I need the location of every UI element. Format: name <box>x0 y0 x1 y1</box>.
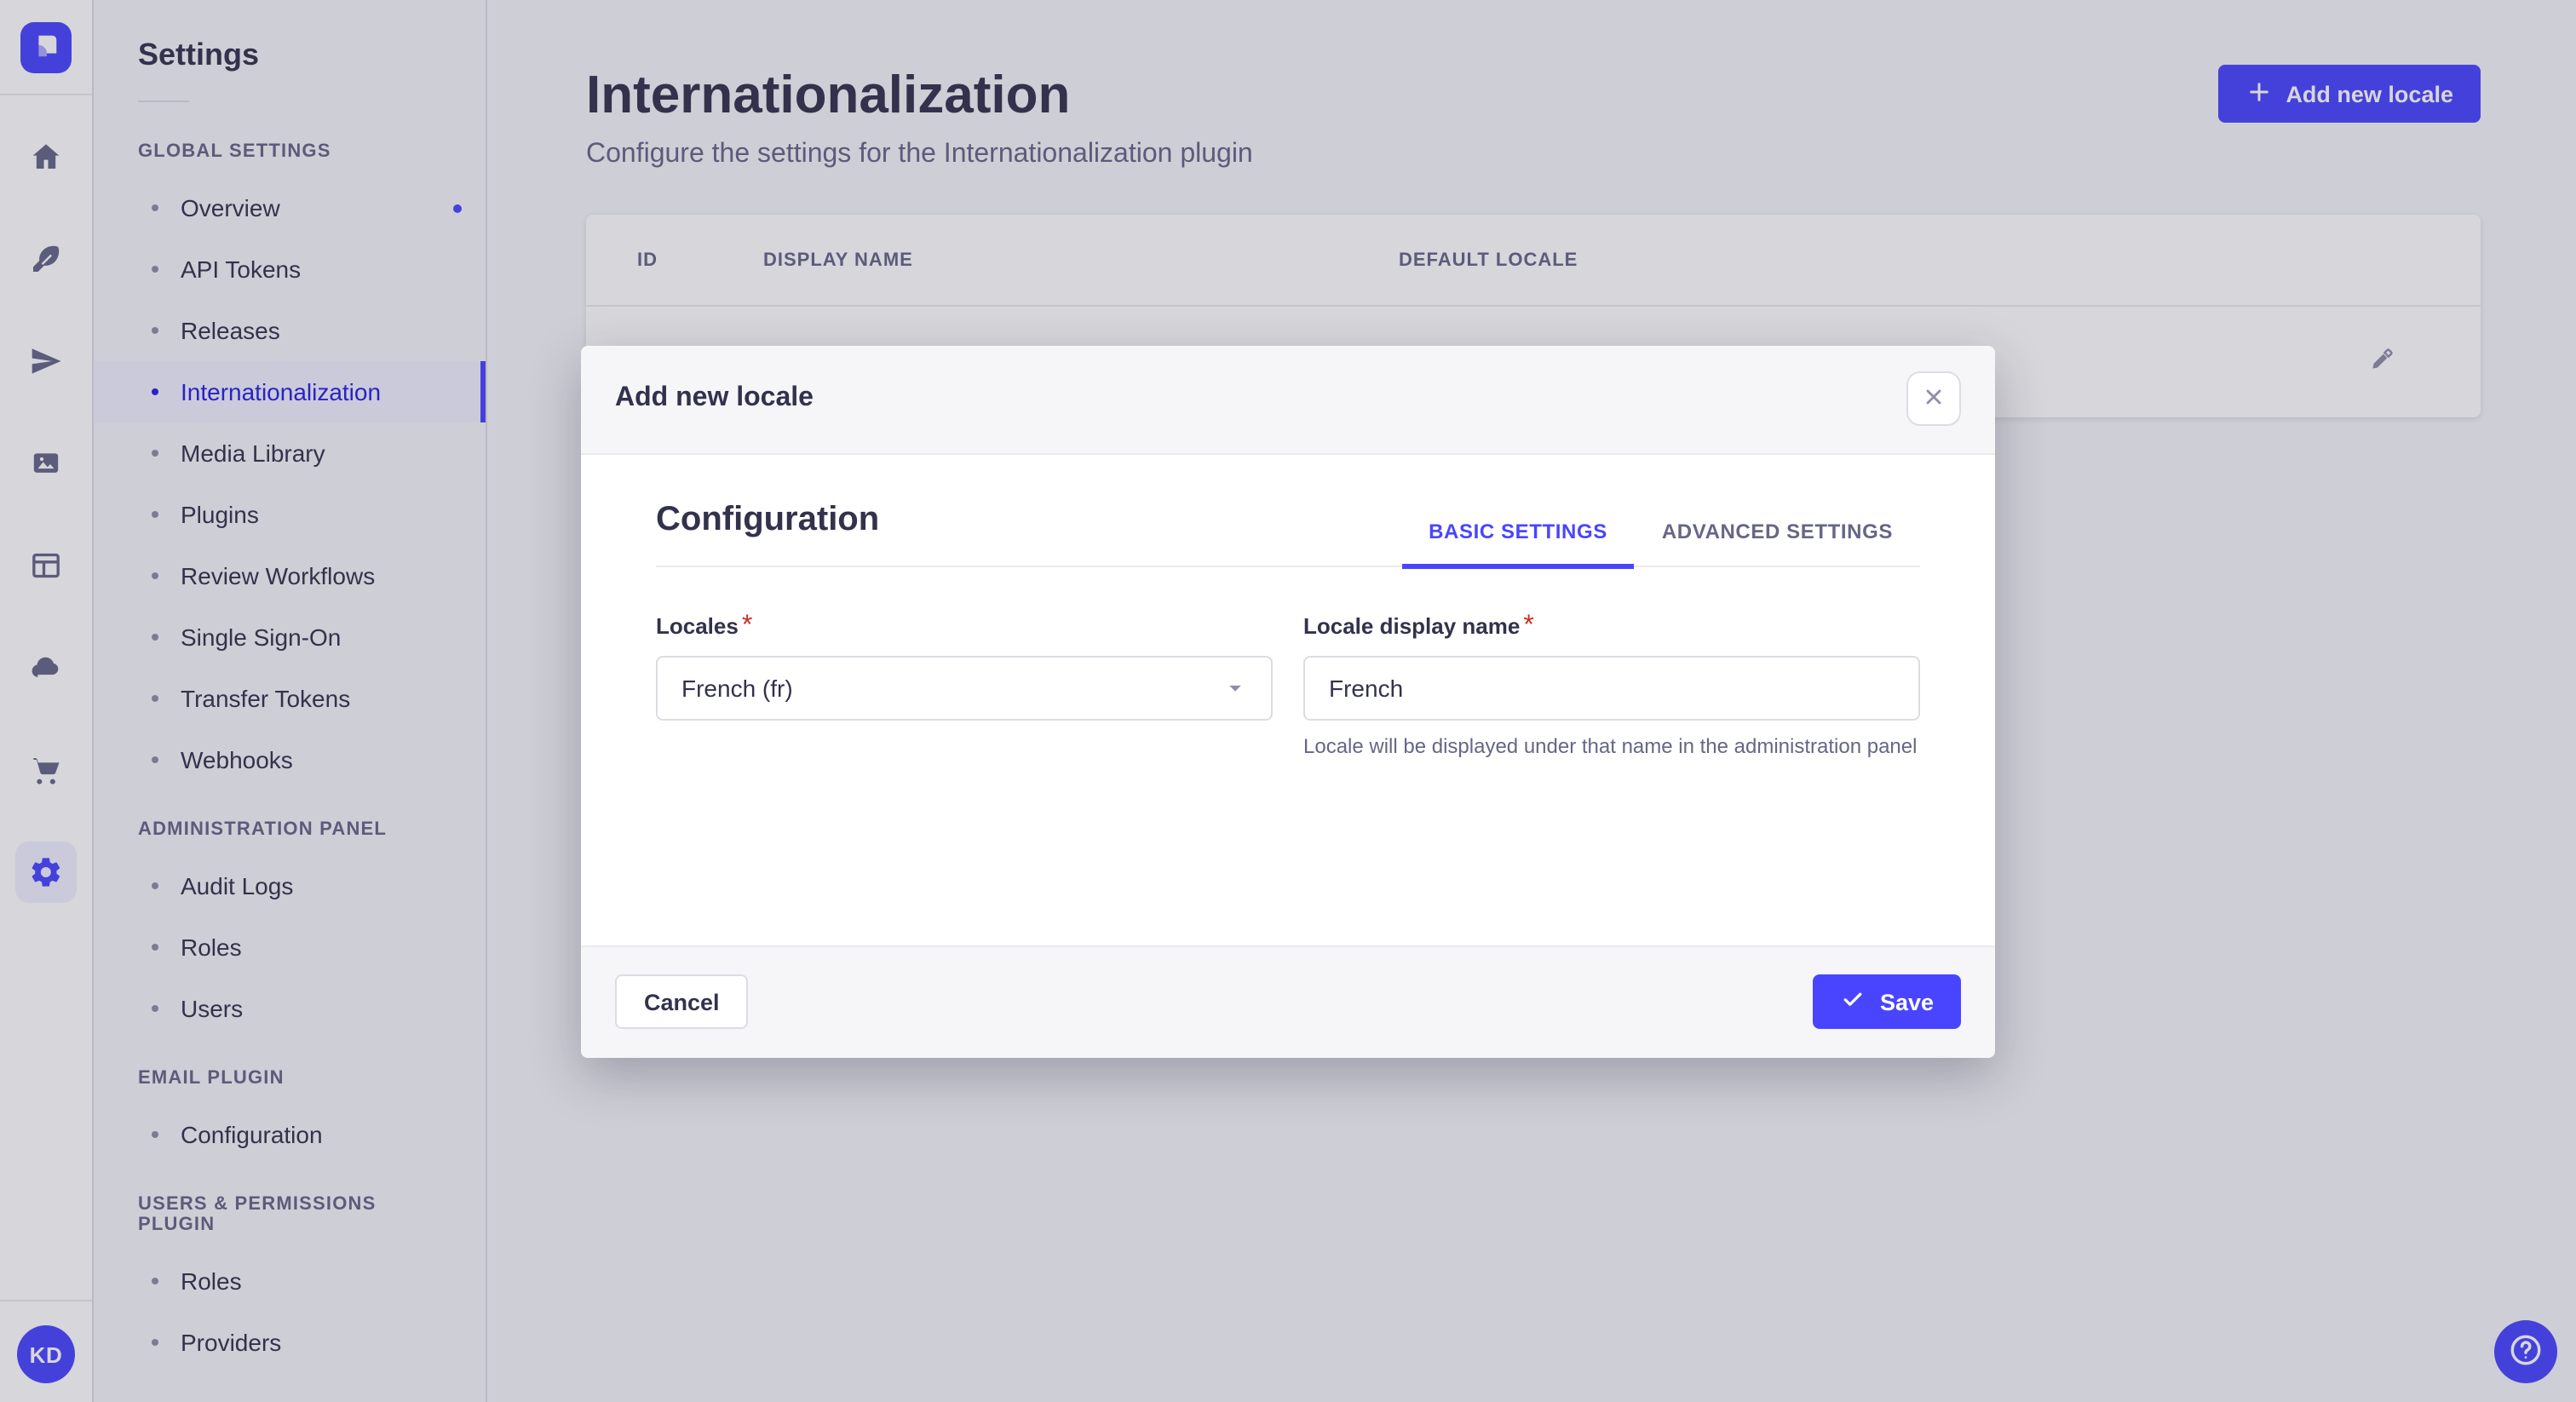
caret-down-icon <box>1223 675 1247 699</box>
locales-select[interactable]: French (fr) <box>656 655 1273 720</box>
display-name-input[interactable] <box>1329 674 1895 701</box>
tab-advanced-settings[interactable]: ADVANCED SETTINGS <box>1635 498 1920 565</box>
tab-basic-settings[interactable]: BASIC SETTINGS <box>1401 498 1635 568</box>
modal-title: Add new locale <box>615 383 814 412</box>
required-asterisk: * <box>1523 611 1534 640</box>
display-name-field: Locale display name* Locale will be disp… <box>1303 611 1920 759</box>
locales-label: Locales <box>656 612 739 638</box>
close-modal-button[interactable] <box>1906 371 1961 426</box>
display-name-label: Locale display name <box>1303 612 1521 638</box>
save-button[interactable]: Save <box>1813 974 1961 1029</box>
add-locale-modal: Add new locale Configuration BASIC SETTI… <box>581 345 1995 1057</box>
display-name-hint: Locale will be displayed under that name… <box>1303 733 1918 757</box>
required-asterisk: * <box>741 611 753 640</box>
close-icon <box>1922 384 1946 413</box>
modal-tabs: BASIC SETTINGS ADVANCED SETTINGS <box>1401 498 1920 568</box>
configuration-heading: Configuration <box>656 500 880 537</box>
locales-field: Locales * French (fr) <box>656 611 1273 759</box>
check-icon <box>1841 986 1866 1017</box>
cancel-button[interactable]: Cancel <box>615 974 749 1029</box>
strapi-settings-app: KD Settings GLOBAL SETTINGS Overview API T… <box>0 0 2576 1402</box>
